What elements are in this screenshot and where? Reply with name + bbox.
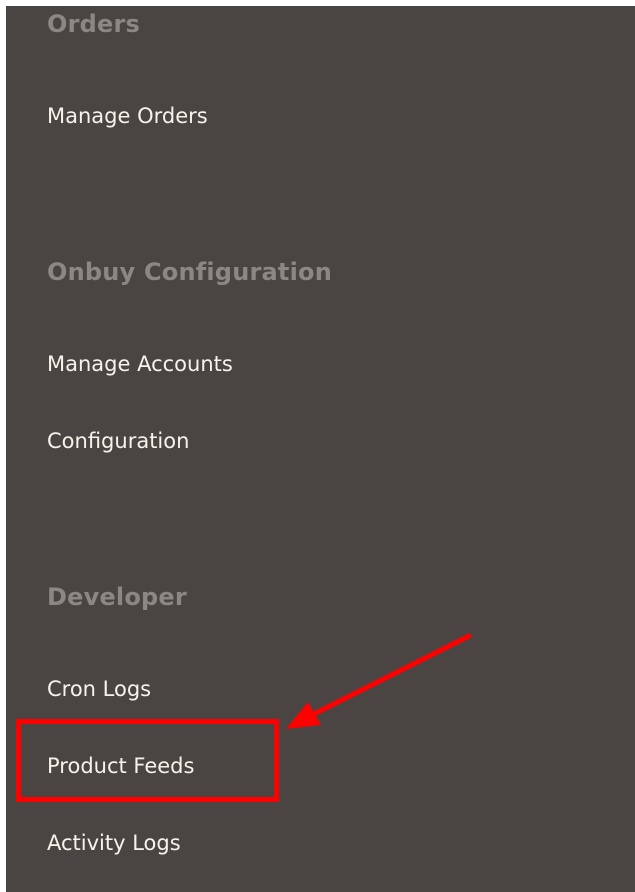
menu-item-manage-orders[interactable]: Manage Orders xyxy=(47,102,208,130)
menu-item-manage-accounts[interactable]: Manage Accounts xyxy=(47,350,233,378)
menu-item-configuration[interactable]: Configuration xyxy=(47,427,189,455)
menu-item-product-feeds[interactable]: Product Feeds xyxy=(47,752,194,780)
menu-item-cron-logs[interactable]: Cron Logs xyxy=(47,675,151,703)
menu-item-activity-logs[interactable]: Activity Logs xyxy=(47,829,181,857)
admin-submenu-panel: Orders Manage Orders Onbuy Configuration… xyxy=(6,6,635,892)
section-title-developer: Developer xyxy=(47,583,187,611)
section-title-onbuy-configuration: Onbuy Configuration xyxy=(47,258,332,286)
section-title-orders: Orders xyxy=(47,10,141,38)
